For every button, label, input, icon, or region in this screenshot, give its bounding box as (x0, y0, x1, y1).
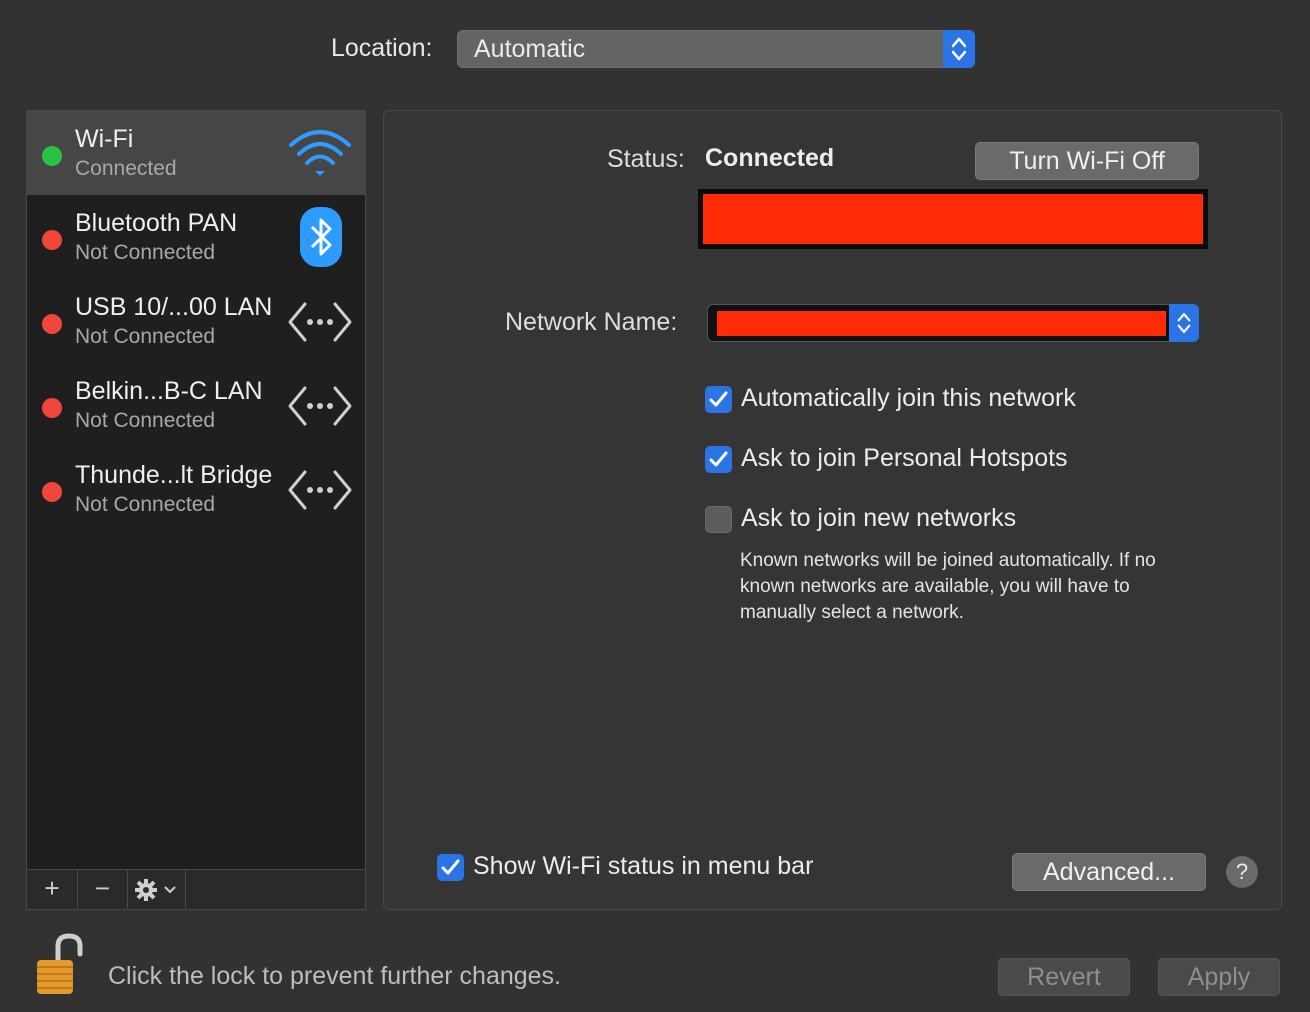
network-name-select[interactable] (707, 304, 1199, 342)
status-dot (42, 230, 62, 250)
service-status: Not Connected (75, 409, 216, 432)
service-name: Wi-Fi (75, 125, 134, 153)
chevron-down-icon (164, 886, 176, 894)
status-label: Status: (607, 145, 685, 173)
ethernet-icon (288, 302, 352, 342)
chevron-up-down-icon (1177, 313, 1191, 333)
checkmark-icon (709, 451, 728, 467)
action-menu-button[interactable] (128, 870, 186, 909)
help-button[interactable]: ? (1226, 856, 1258, 888)
show-status-checkbox[interactable] (437, 854, 464, 881)
auto-join-checkbox[interactable] (705, 386, 732, 413)
status-dot (42, 482, 62, 502)
status-dot (42, 398, 62, 418)
service-item-thunderbolt-bridge[interactable]: Thunde...lt Bridge Not Connected (27, 447, 365, 531)
service-status: Not Connected (75, 241, 216, 264)
apply-button[interactable]: Apply (1158, 958, 1280, 996)
location-stepper[interactable] (943, 30, 975, 68)
lock-message: Click the lock to prevent further change… (108, 962, 562, 990)
turn-wifi-off-button[interactable]: Turn Wi-Fi Off (975, 142, 1199, 180)
join-help-text: Known networks will be joined automatica… (740, 550, 1156, 623)
add-service-button[interactable]: + (27, 870, 78, 909)
service-status: Not Connected (75, 325, 216, 348)
checkmark-icon (441, 859, 460, 875)
status-dot (42, 314, 62, 334)
redacted-status-info (698, 189, 1208, 249)
service-item-belkin-lan[interactable]: Belkin...B-C LAN Not Connected (27, 363, 365, 447)
remove-service-button[interactable]: − (78, 870, 128, 909)
service-name: Belkin...B-C LAN (75, 377, 263, 405)
ask-hotspots-label: Ask to join Personal Hotspots (741, 444, 1068, 472)
advanced-button[interactable]: Advanced... (1012, 853, 1206, 891)
bluetooth-icon (300, 207, 342, 267)
wifi-icon (289, 130, 351, 176)
unlocked-lock-icon[interactable] (34, 932, 86, 996)
redacted-network-name (717, 311, 1166, 336)
ask-new-networks-label: Ask to join new networks (741, 504, 1017, 532)
status-dot (42, 146, 62, 166)
status-value: Connected (705, 144, 835, 172)
service-status: Connected (75, 157, 177, 180)
service-list[interactable]: Wi-Fi Connected Bluetooth PAN Not Connec… (26, 110, 366, 910)
revert-button[interactable]: Revert (998, 958, 1130, 996)
chevron-up-down-icon (951, 37, 967, 61)
location-label: Location: (331, 34, 433, 62)
show-status-label: Show Wi-Fi status in menu bar (473, 852, 814, 880)
location-select[interactable]: Automatic (457, 30, 975, 68)
ethernet-icon (288, 386, 352, 426)
service-status: Not Connected (75, 493, 216, 516)
service-item-bluetooth-pan[interactable]: Bluetooth PAN Not Connected (27, 195, 365, 279)
checkmark-icon (709, 391, 728, 407)
service-name: Thunde...lt Bridge (75, 461, 273, 489)
auto-join-label: Automatically join this network (741, 384, 1076, 412)
service-name: USB 10/...00 LAN (75, 293, 273, 321)
service-item-wifi[interactable]: Wi-Fi Connected (27, 111, 365, 195)
ethernet-icon (288, 470, 352, 510)
service-item-usb-lan[interactable]: USB 10/...00 LAN Not Connected (27, 279, 365, 363)
service-list-toolbar: + − (27, 869, 365, 909)
wifi-detail-panel: Status: Connected Turn Wi-Fi Off Network… (383, 110, 1282, 910)
network-name-label: Network Name: (505, 308, 678, 336)
location-value: Automatic (474, 35, 586, 63)
service-name: Bluetooth PAN (75, 209, 238, 237)
ask-new-networks-checkbox[interactable] (705, 506, 732, 533)
ask-hotspots-checkbox[interactable] (705, 446, 732, 473)
gear-icon (135, 879, 157, 901)
network-name-stepper[interactable] (1169, 304, 1199, 342)
